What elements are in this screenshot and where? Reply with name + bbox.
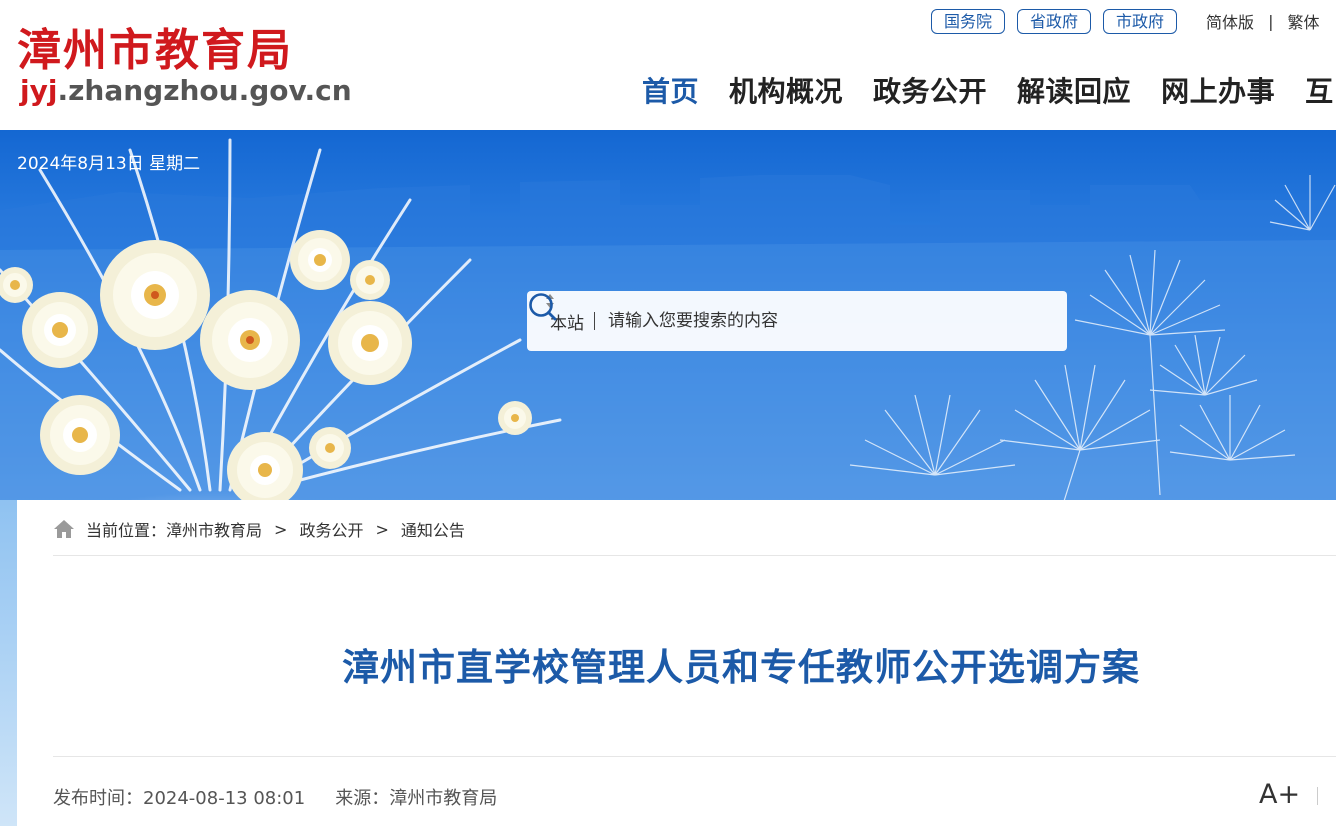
link-city-gov[interactable]: 市政府 [1103,8,1178,34]
lang-separator: | [1268,11,1274,31]
font-tools-separator [1317,787,1318,805]
home-icon [54,520,74,538]
source-value: 漳州市教育局 [389,788,498,809]
font-increase-button[interactable]: A+ [1259,779,1300,810]
lang-simplified[interactable]: 简体版 [1206,9,1254,33]
title-divider [53,756,1336,757]
source-label: 来源： [335,788,390,809]
article-meta: 发布时间：2024-08-13 08:01 来源：漳州市教育局 [53,784,497,810]
nav-home[interactable]: 首页 [642,70,699,110]
article-title: 漳州市直学校管理人员和专任教师公开选调方案 [342,646,1140,689]
breadcrumb: 当前位置： 漳州市教育局 > 政务公开 > 通知公告 [53,517,465,541]
article-panel: 当前位置： 漳州市教育局 > 政务公开 > 通知公告 漳州市直学校管理人员和专任… [17,500,1336,826]
site-url-prefix: jyj [20,74,58,107]
search-icon[interactable] [527,291,559,323]
breadcrumb-item-home[interactable]: 漳州市教育局 [166,517,262,541]
breadcrumb-item-notices[interactable]: 通知公告 [401,517,465,541]
main-nav: 首页 机构概况 政务公开 解读回应 网上办事 互 [642,70,1336,110]
breadcrumb-prefix: 当前位置： [86,521,167,540]
banner: 2024年8月13日 星期二 本站 [0,130,1336,530]
publish-time: 2024-08-13 08:01 [143,788,306,809]
site-url[interactable]: jyj.zhangzhou.gov.cn [20,74,352,107]
site-url-domain: .zhangzhou.gov.cn [57,74,352,107]
search-input[interactable] [608,311,948,331]
nav-gov-affairs[interactable]: 政务公开 [873,70,987,110]
breadcrumb-separator: > [274,519,288,539]
breadcrumb-separator: > [375,519,389,539]
link-state-council[interactable]: 国务院 [931,8,1006,34]
top-links: 国务院 省政府 市政府 简体版 | 繁体 [931,8,1319,34]
nav-overview[interactable]: 机构概况 [729,70,843,110]
nav-online-services[interactable]: 网上办事 [1161,70,1275,110]
current-date: 2024年8月13日 星期二 [17,154,201,174]
site-logo-text[interactable]: 漳州市教育局 [17,14,293,78]
breadcrumb-item-gov-affairs[interactable]: 政务公开 [299,517,363,541]
left-decoration [0,500,17,826]
site-header: 漳州市教育局 jyj.zhangzhou.gov.cn 国务院 省政府 市政府 … [0,0,1336,130]
link-provincial-gov[interactable]: 省政府 [1017,8,1092,34]
breadcrumb-divider [53,555,1336,556]
lang-traditional[interactable]: 繁体 [1287,9,1319,33]
publish-label: 发布时间： [53,788,143,809]
search-bar: 本站 [527,291,1067,351]
search-divider [594,312,595,330]
nav-interaction[interactable]: 互 [1305,70,1334,110]
nav-interpretation[interactable]: 解读回应 [1017,70,1131,110]
